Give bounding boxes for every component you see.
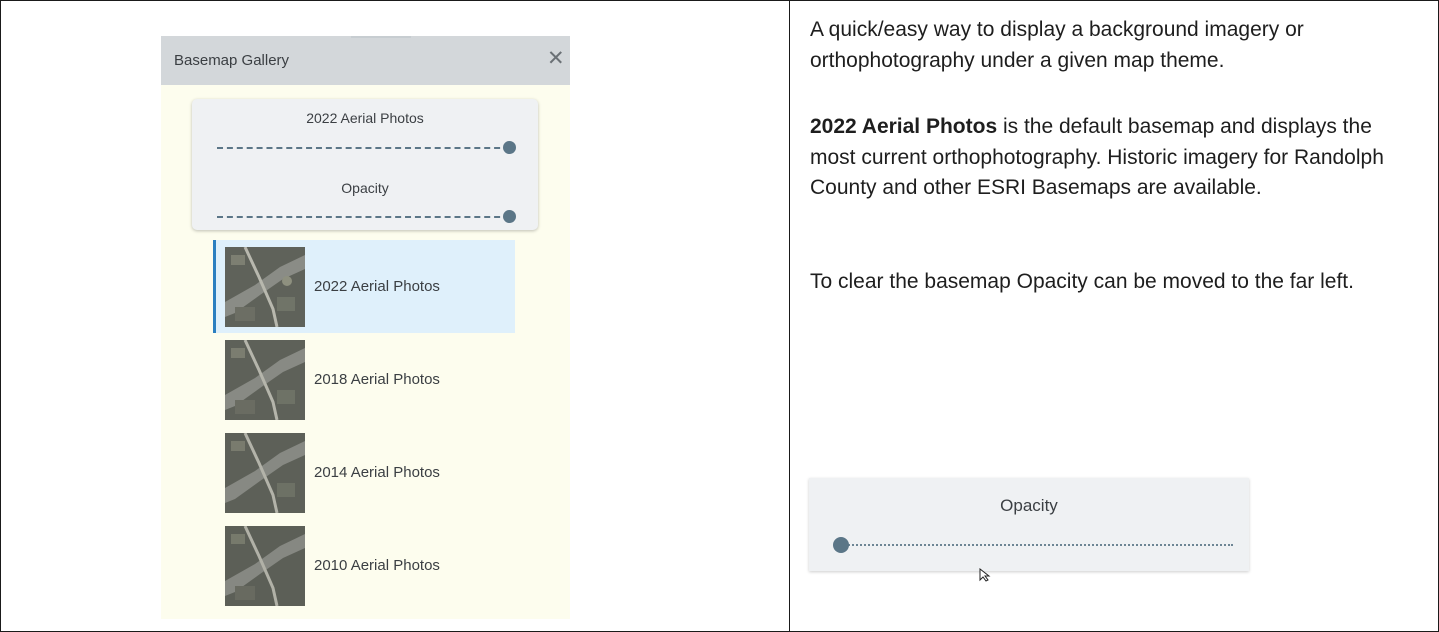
layer-controls-card: 2022 Aerial Photos Opacity [192,99,538,230]
opacity-example-card: Opacity [809,478,1249,571]
basemap-item-2022[interactable]: 2022 Aerial Photos [213,240,515,333]
aerial-thumbnail [225,247,305,327]
active-layer-slider[interactable] [217,141,516,155]
mouse-cursor-icon [979,568,991,582]
basemap-item-label: 2010 Aerial Photos [314,557,440,574]
opacity-label: Opacity [341,180,389,196]
slider-track [217,147,510,149]
close-icon[interactable]: ✕ [547,48,565,69]
aerial-thumbnail [225,433,305,513]
basemap-item-2014[interactable]: 2014 Aerial Photos [213,426,515,519]
opacity-example-handle[interactable] [833,537,849,553]
aerial-thumbnail [225,340,305,420]
description-default-basemap: 2022 Aerial Photos is the default basema… [810,112,1410,204]
intro-text: A quick/easy way to display a background… [810,18,1304,72]
column-divider [789,0,790,632]
opacity-slider[interactable] [217,210,516,224]
basemap-item-label: 2014 Aerial Photos [314,464,440,481]
description-clear-tip: To clear the basemap Opacity can be move… [810,267,1410,298]
slider-track [217,216,510,218]
basemap-list: 2022 Aerial Photos 2018 Aerial Photos 20… [213,240,515,612]
default-basemap-name: 2022 Aerial Photos [810,115,998,138]
slider-handle[interactable] [503,141,516,154]
basemap-item-label: 2022 Aerial Photos [314,278,440,295]
clear-tip-text: To clear the basemap Opacity can be move… [810,270,1354,293]
opacity-example-label: Opacity [1000,496,1058,515]
basemap-gallery-panel: Basemap Gallery ✕ 2022 Aerial Photos Opa… [161,36,570,619]
panel-grab-handle [351,36,411,38]
active-layer-label: 2022 Aerial Photos [306,110,424,126]
slider-handle[interactable] [503,210,516,223]
default-basemap-text: 2022 Aerial Photos is the default basema… [810,112,1410,204]
opacity-example-track[interactable] [837,544,1233,546]
basemap-item-label: 2018 Aerial Photos [314,371,440,388]
basemap-item-2018[interactable]: 2018 Aerial Photos [213,333,515,426]
aerial-thumbnail [225,526,305,606]
panel-title: Basemap Gallery [174,52,290,69]
basemap-item-2010[interactable]: 2010 Aerial Photos [213,519,515,612]
description-intro: A quick/easy way to display a background… [810,15,1410,76]
panel-header: Basemap Gallery ✕ [161,36,570,85]
